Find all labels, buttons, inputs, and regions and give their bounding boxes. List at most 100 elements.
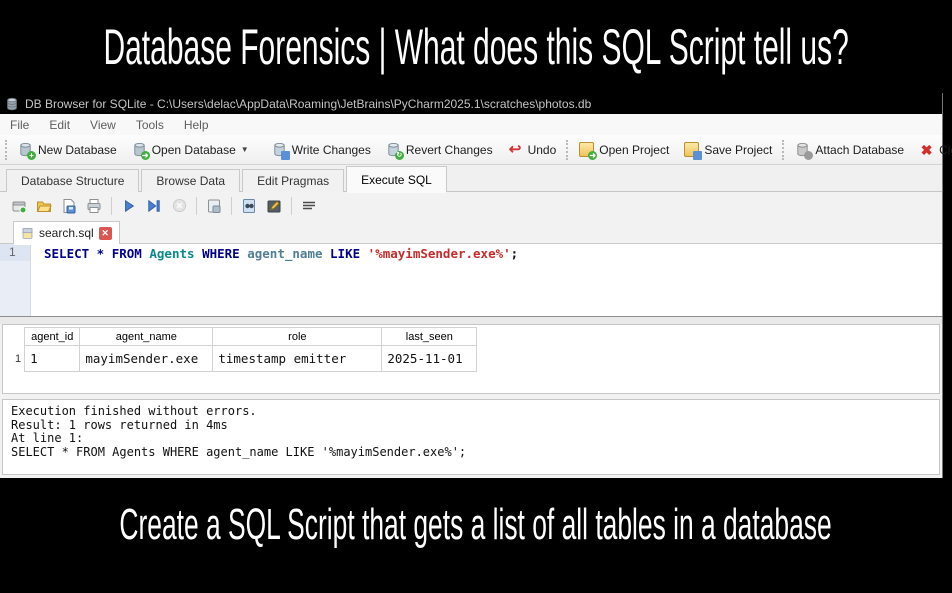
undo-label: Undo [528,143,557,157]
write-changes-button[interactable]: Write Changes [264,137,378,162]
menu-file[interactable]: File [0,114,39,135]
play-to-line-icon [147,199,161,213]
open-arrow-badge-icon: ➜ [588,151,597,160]
play-icon [122,199,136,213]
top-banner-text: Database Forensics | What does this SQL … [103,18,848,76]
menu-tools[interactable]: Tools [126,114,174,135]
execute-line-button[interactable] [143,195,165,217]
menu-help[interactable]: Help [174,114,219,135]
column-header-role[interactable]: role [213,328,382,346]
open-arrow-badge-icon: ➜ [141,151,150,160]
undo-icon: ↩ [507,141,524,158]
sql-toolbar-separator [231,197,232,215]
refresh-badge-icon: ↻ [395,151,404,160]
doc-tab-search-sql[interactable]: search.sql ✕ [13,221,120,244]
sql-token: * [89,246,112,261]
write-changes-label: Write Changes [292,143,371,157]
revert-changes-label: Revert Changes [406,143,493,157]
tab-browse-data[interactable]: Browse Data [141,169,240,192]
save-badge-icon [281,151,290,160]
save-badge-icon [693,151,702,160]
revert-changes-button[interactable]: ↻ Revert Changes [378,137,500,162]
sql-doc-tab-bar: search.sql ✕ [0,219,942,244]
cell-role[interactable]: timestamp emitter [213,346,382,372]
attach-database-label: Attach Database [815,143,904,157]
write-changes-icon [271,141,288,158]
sql-token [195,246,203,261]
edit-sql-button[interactable] [263,195,285,217]
plus-badge-icon: + [27,151,36,160]
sql-token: LIKE [330,246,360,261]
execute-all-button[interactable] [118,195,140,217]
edit-pencil-icon [266,198,282,214]
table-row: 1 1 mayimSender.exe timestamp emitter 20… [12,346,477,372]
save-project-icon [683,141,700,158]
revert-changes-icon: ↻ [385,141,402,158]
sql-editor[interactable]: 1 SELECT * FROM Agents WHERE agent_name … [0,244,942,317]
menu-bar: File Edit View Tools Help [0,114,942,135]
row-number[interactable]: 1 [12,346,25,372]
results-header-row: agent_id agent_name role last_seen [12,328,477,346]
save-results-icon [206,198,222,214]
cell-last-seen[interactable]: 2025-11-01 [382,346,477,372]
word-wrap-button[interactable] [298,195,320,217]
app-database-icon [5,97,19,111]
sql-token: Agents [149,246,194,261]
doc-tab-label: search.sql [39,226,94,240]
lines-icon [301,198,317,214]
new-database-label: New Database [38,143,117,157]
close-database-label: Close Database [939,143,952,157]
open-project-button[interactable]: ➜ Open Project [571,137,676,162]
column-header-agent-id[interactable]: agent_id [25,328,80,346]
log-line: Result: 1 rows returned in 4ms [11,419,931,433]
main-tab-bar: Database Structure Browse Data Edit Prag… [0,165,942,192]
sql-toolbar-separator [196,197,197,215]
open-project-label: Open Project [599,143,669,157]
sql-token: '%mayimSender.exe%' [368,246,511,261]
open-sql-tab-button[interactable] [8,195,30,217]
open-database-icon: ➜ [131,141,148,158]
sql-code-line[interactable]: SELECT * FROM Agents WHERE agent_name LI… [31,244,942,316]
new-database-button[interactable]: + New Database [10,137,124,162]
new-database-icon: + [17,141,34,158]
attach-database-button[interactable]: Attach Database [787,137,911,162]
toolbar-drag-handle[interactable] [5,140,7,160]
window-title: DB Browser for SQLite - C:\Users\delac\A… [25,97,591,111]
menu-edit[interactable]: Edit [39,114,80,135]
find-icon [241,198,257,214]
column-header-last-seen[interactable]: last_seen [382,328,477,346]
cell-agent-id[interactable]: 1 [25,346,80,372]
attach-database-icon [794,141,811,158]
menu-view[interactable]: View [80,114,126,135]
sql-token: SELECT [44,246,89,261]
cell-agent-name[interactable]: mayimSender.exe [80,346,213,372]
column-header-agent-name[interactable]: agent_name [80,328,213,346]
title-bar: DB Browser for SQLite - C:\Users\delac\A… [0,93,942,114]
main-toolbar: + New Database ➜ Open Database ▼ Write C… [0,135,942,165]
save-sql-file-button[interactable] [58,195,80,217]
save-file-icon [61,198,77,214]
toolbar-drag-handle[interactable] [782,140,784,160]
save-project-button[interactable]: Save Project [676,137,779,162]
sql-file-icon [21,227,34,240]
close-database-button[interactable]: ✖ Close Database [911,137,952,162]
save-results-button[interactable] [203,195,225,217]
print-button[interactable] [83,195,105,217]
db-browser-window: DB Browser for SQLite - C:\Users\delac\A… [0,93,943,478]
find-button[interactable] [238,195,260,217]
sql-token: FROM [112,246,142,261]
tab-database-structure[interactable]: Database Structure [6,169,139,192]
open-project-icon: ➜ [578,141,595,158]
save-project-label: Save Project [704,143,772,157]
tab-execute-sql[interactable]: Execute SQL [346,166,447,192]
tab-edit-pragmas[interactable]: Edit Pragmas [242,169,344,192]
close-tab-icon[interactable]: ✕ [99,227,112,240]
toolbar-drag-handle[interactable] [566,140,568,160]
bottom-banner: Create a SQL Script that gets a list of … [0,478,952,593]
open-sql-file-button[interactable] [33,195,55,217]
bottom-banner-text: Create a SQL Script that gets a list of … [120,500,832,550]
open-database-button[interactable]: ➜ Open Database ▼ [124,137,256,162]
line-number: 1 [0,244,30,261]
editor-results-splitter[interactable] [0,317,942,324]
undo-button[interactable]: ↩ Undo [500,137,564,162]
